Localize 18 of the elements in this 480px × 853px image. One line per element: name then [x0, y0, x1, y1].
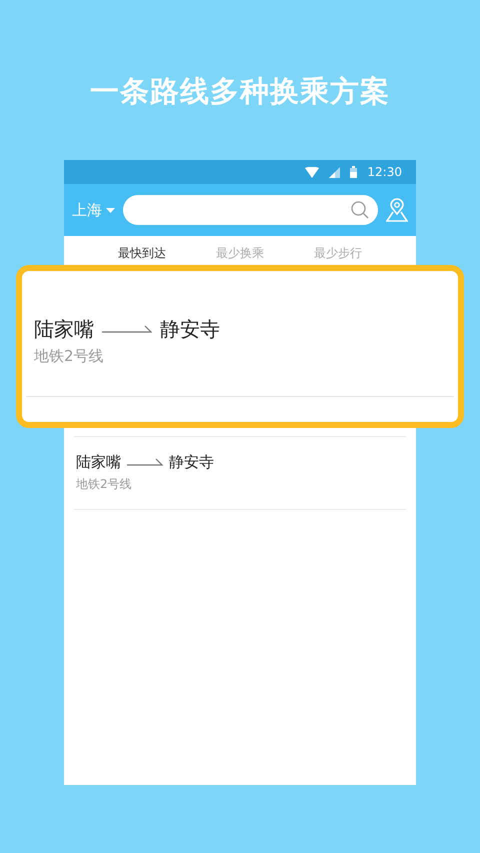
battery-icon — [350, 166, 358, 178]
station-name: 静安寺 — [169, 453, 214, 471]
wifi-icon — [305, 166, 320, 178]
line-name: 地铁2号线 — [34, 347, 105, 366]
dropdown-caret-icon — [106, 208, 115, 212]
line-name: 地铁2号线 — [76, 476, 133, 493]
route-card[interactable]: 陆家嘴 静安寺 地铁2号线 — [16, 265, 464, 428]
station-name: 静安寺 — [160, 317, 220, 341]
station-name: 陆家嘴 — [76, 453, 121, 471]
tab[interactable]: 最快到达 — [93, 244, 191, 262]
map-pin-icon[interactable] — [386, 198, 408, 222]
station-name: 陆家嘴 — [34, 317, 94, 341]
headline: 一条路线多种换乘方案 — [90, 73, 390, 110]
search-field[interactable] — [123, 195, 378, 225]
route-item[interactable]: 陆家嘴 静安寺 地铁2号线 — [74, 436, 406, 510]
search-icon — [350, 200, 370, 220]
clock-time: 12:30 — [367, 165, 402, 179]
signal-icon — [329, 166, 340, 178]
